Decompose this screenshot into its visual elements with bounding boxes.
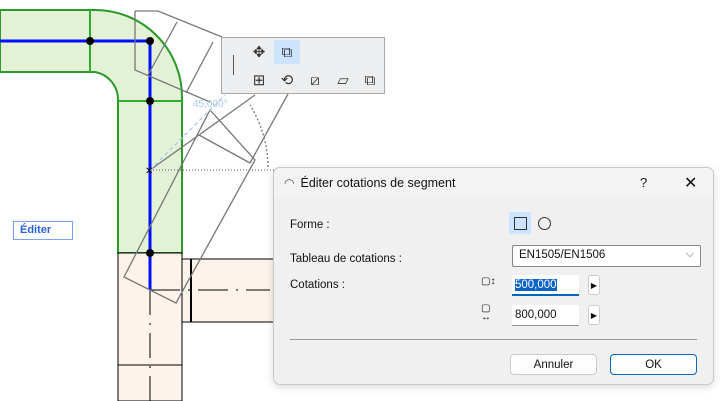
width-input[interactable]: 800,000 — [512, 305, 579, 326]
circular-shape-button[interactable] — [538, 217, 551, 230]
move-icon[interactable]: ✥ — [246, 40, 272, 64]
width-dim-icon: ▢ ↔ — [481, 303, 491, 323]
multiply-icon[interactable]: ⧉ — [357, 68, 383, 92]
dialog-title: Éditer cotations de segment — [300, 176, 456, 190]
duct-beige — [117, 252, 275, 401]
help-button[interactable]: ? — [640, 175, 647, 190]
elevation-icon[interactable]: ⧉ — [274, 40, 300, 64]
dims-label: Cotations : — [290, 279, 345, 291]
cancel-button[interactable]: Annuler — [510, 354, 597, 375]
table-value: EN1505/EN1506 — [519, 249, 606, 261]
palette-divider — [233, 55, 234, 75]
table-select[interactable]: EN1505/EN1506 ⌵ — [512, 245, 701, 267]
shape-label: Forme : — [290, 219, 330, 231]
chevron-down-icon: ⌵ — [685, 248, 694, 260]
close-button[interactable]: ✕ — [684, 173, 697, 193]
height-value: 500,000 — [515, 279, 557, 291]
app-icon: ◠ — [284, 176, 295, 190]
height-arrow-button[interactable]: ▶ — [588, 275, 600, 295]
square-icon — [513, 216, 527, 230]
height-dim-icon: ▢↕ — [481, 276, 496, 287]
rectangular-shape-button[interactable] — [509, 212, 531, 234]
height-input[interactable]: 500,000 — [512, 275, 579, 296]
offset-icon[interactable]: ⏥ — [330, 68, 356, 92]
width-arrow-button[interactable]: ▶ — [588, 305, 600, 325]
edit-label[interactable]: Éditer — [13, 221, 73, 240]
drag-icon[interactable]: ⊞ — [246, 68, 272, 92]
ok-button[interactable]: OK — [610, 354, 697, 375]
divider — [290, 339, 697, 340]
angle-label: 45,000° — [193, 99, 228, 110]
rotate-icon[interactable]: ⟲ — [274, 68, 300, 92]
table-label: Tableau de cotations : — [290, 253, 402, 265]
dialog-titlebar[interactable]: ◠ Éditer cotations de segment ? ✕ — [274, 168, 713, 198]
cross-marker: ✕ — [145, 166, 153, 177]
mirror-icon[interactable]: ⧄ — [302, 68, 328, 92]
pet-palette: ✥ ⧉ ⊞ ⟲ ⧄ ⏥ ⧉ — [221, 37, 385, 94]
edit-segment-dialog: ◠ Éditer cotations de segment ? ✕ Forme … — [273, 167, 714, 385]
width-value: 800,000 — [515, 309, 557, 321]
